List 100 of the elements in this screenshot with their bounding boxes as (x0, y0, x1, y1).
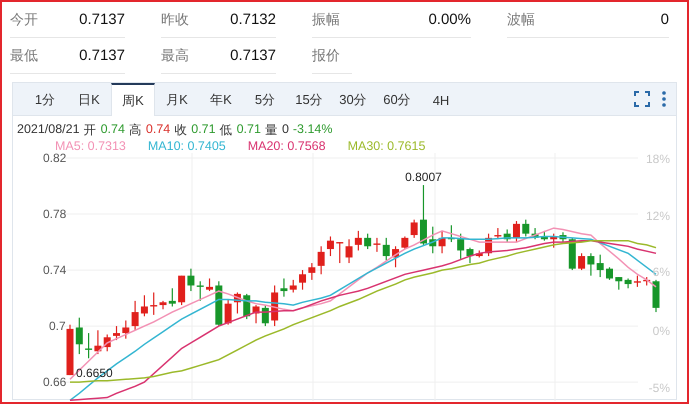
stat-label: 最低 (10, 46, 38, 64)
candlestick (234, 292, 241, 314)
period-tab[interactable]: 日K (67, 83, 111, 115)
candlestick (540, 230, 548, 241)
period-tab[interactable]: 月K (155, 83, 199, 115)
more-icon[interactable] (662, 91, 666, 107)
period-tab[interactable]: 15分 (287, 83, 331, 115)
quote-date: 2021/08/21 (17, 122, 80, 138)
candlestick (522, 220, 530, 236)
ma-legend: MA10: 0.7405 (148, 139, 226, 153)
candlestick (215, 281, 222, 326)
candlestick (587, 253, 594, 276)
candlestick (271, 285, 278, 326)
candlestick (364, 234, 372, 250)
candlestick (140, 295, 148, 316)
candlestick (410, 220, 418, 238)
candlestick (336, 242, 344, 264)
candlestick (392, 246, 400, 268)
quote-label: 低 (220, 122, 233, 139)
candlestick (476, 250, 483, 258)
quote-value: 0.74 (100, 122, 125, 138)
candlestick (354, 230, 362, 250)
stat-value: 0 (660, 11, 669, 28)
quote-label: 开 (84, 122, 97, 139)
stat-value: 0.7137 (230, 47, 276, 64)
candlestick (485, 234, 492, 256)
candlestick (466, 248, 474, 264)
stat-label: 昨收 (161, 10, 189, 28)
candlestick (308, 263, 316, 280)
candlestick (262, 305, 269, 326)
quote-value: 0.71 (236, 122, 261, 138)
quote-value: -3.14% (292, 122, 332, 138)
candlestick (326, 236, 334, 256)
stat-label: 波幅 (507, 10, 535, 28)
candlestick (196, 281, 204, 301)
candlestick (224, 299, 232, 325)
candlestick (187, 268, 194, 292)
candlestick (504, 229, 511, 242)
candlestick (122, 320, 130, 339)
percent-axis-label: 6% (652, 265, 670, 279)
quote-value: 0.74 (146, 122, 170, 138)
period-tab[interactable]: 周K (111, 83, 155, 116)
quote-label: 高 (128, 122, 142, 139)
period-tab[interactable]: 5分 (243, 83, 287, 115)
candlestick (104, 334, 111, 352)
y-axis-label: 0.66 (43, 375, 66, 390)
candlestick (299, 270, 306, 290)
candlestick (373, 238, 380, 252)
candlestick (150, 292, 158, 315)
candlestick (615, 277, 622, 290)
period-tab[interactable]: 年K (199, 83, 243, 115)
candlestick (634, 276, 641, 287)
candlestick (512, 221, 520, 242)
quote-value: 0 (282, 122, 289, 138)
ma-legend: MA5: 0.7313 (55, 139, 126, 153)
period-tab[interactable]: 4H (419, 83, 463, 115)
candlestick (318, 246, 325, 274)
candlestick (438, 230, 446, 254)
candlestick (652, 280, 660, 312)
candlestick (420, 185, 427, 245)
candlestick (280, 278, 288, 297)
period-tab[interactable]: 1分 (23, 83, 67, 115)
candlestick (494, 228, 502, 240)
candlestick (606, 267, 613, 280)
stat-value: 0.7137 (79, 47, 125, 64)
ma-legend: MA30: 0.7615 (348, 139, 426, 153)
candlestick (94, 330, 102, 354)
stat-value: 0.7137 (79, 11, 125, 28)
candlestick (568, 238, 576, 270)
stat-value: 0.00% (428, 11, 471, 28)
candlestick (578, 253, 586, 270)
candlestick (559, 232, 566, 242)
quote-label: 收 (174, 122, 188, 139)
y-axis-label: 0.7 (49, 319, 66, 334)
stat-label: 报价 (312, 46, 340, 64)
ma-legend: MA20: 0.7568 (248, 139, 326, 153)
candlestick (132, 300, 139, 330)
candlestick (624, 278, 632, 288)
candlestick (206, 278, 214, 292)
candlestick (448, 225, 455, 242)
candlestick (85, 333, 92, 358)
candlestick (178, 276, 186, 306)
fullscreen-icon[interactable] (634, 91, 650, 107)
candlestick (160, 300, 167, 310)
stat-label: 振幅 (312, 10, 340, 28)
candlestick (346, 239, 353, 264)
y-axis-label: 0.74 (43, 263, 66, 278)
candlestick (252, 305, 260, 324)
candlestick (66, 324, 74, 376)
period-tab[interactable]: 60分 (375, 83, 419, 115)
candlestick (168, 288, 176, 306)
candlestick (429, 226, 436, 254)
stat-label: 最高 (161, 46, 189, 64)
y-axis-label: 0.78 (43, 207, 66, 222)
quote-label: 量 (264, 122, 278, 139)
y-axis-label: 0.82 (43, 153, 66, 166)
quote-value: 0.71 (191, 122, 216, 138)
period-tab[interactable]: 30分 (331, 83, 375, 115)
candlestick (532, 228, 539, 240)
candlestick (290, 280, 297, 292)
